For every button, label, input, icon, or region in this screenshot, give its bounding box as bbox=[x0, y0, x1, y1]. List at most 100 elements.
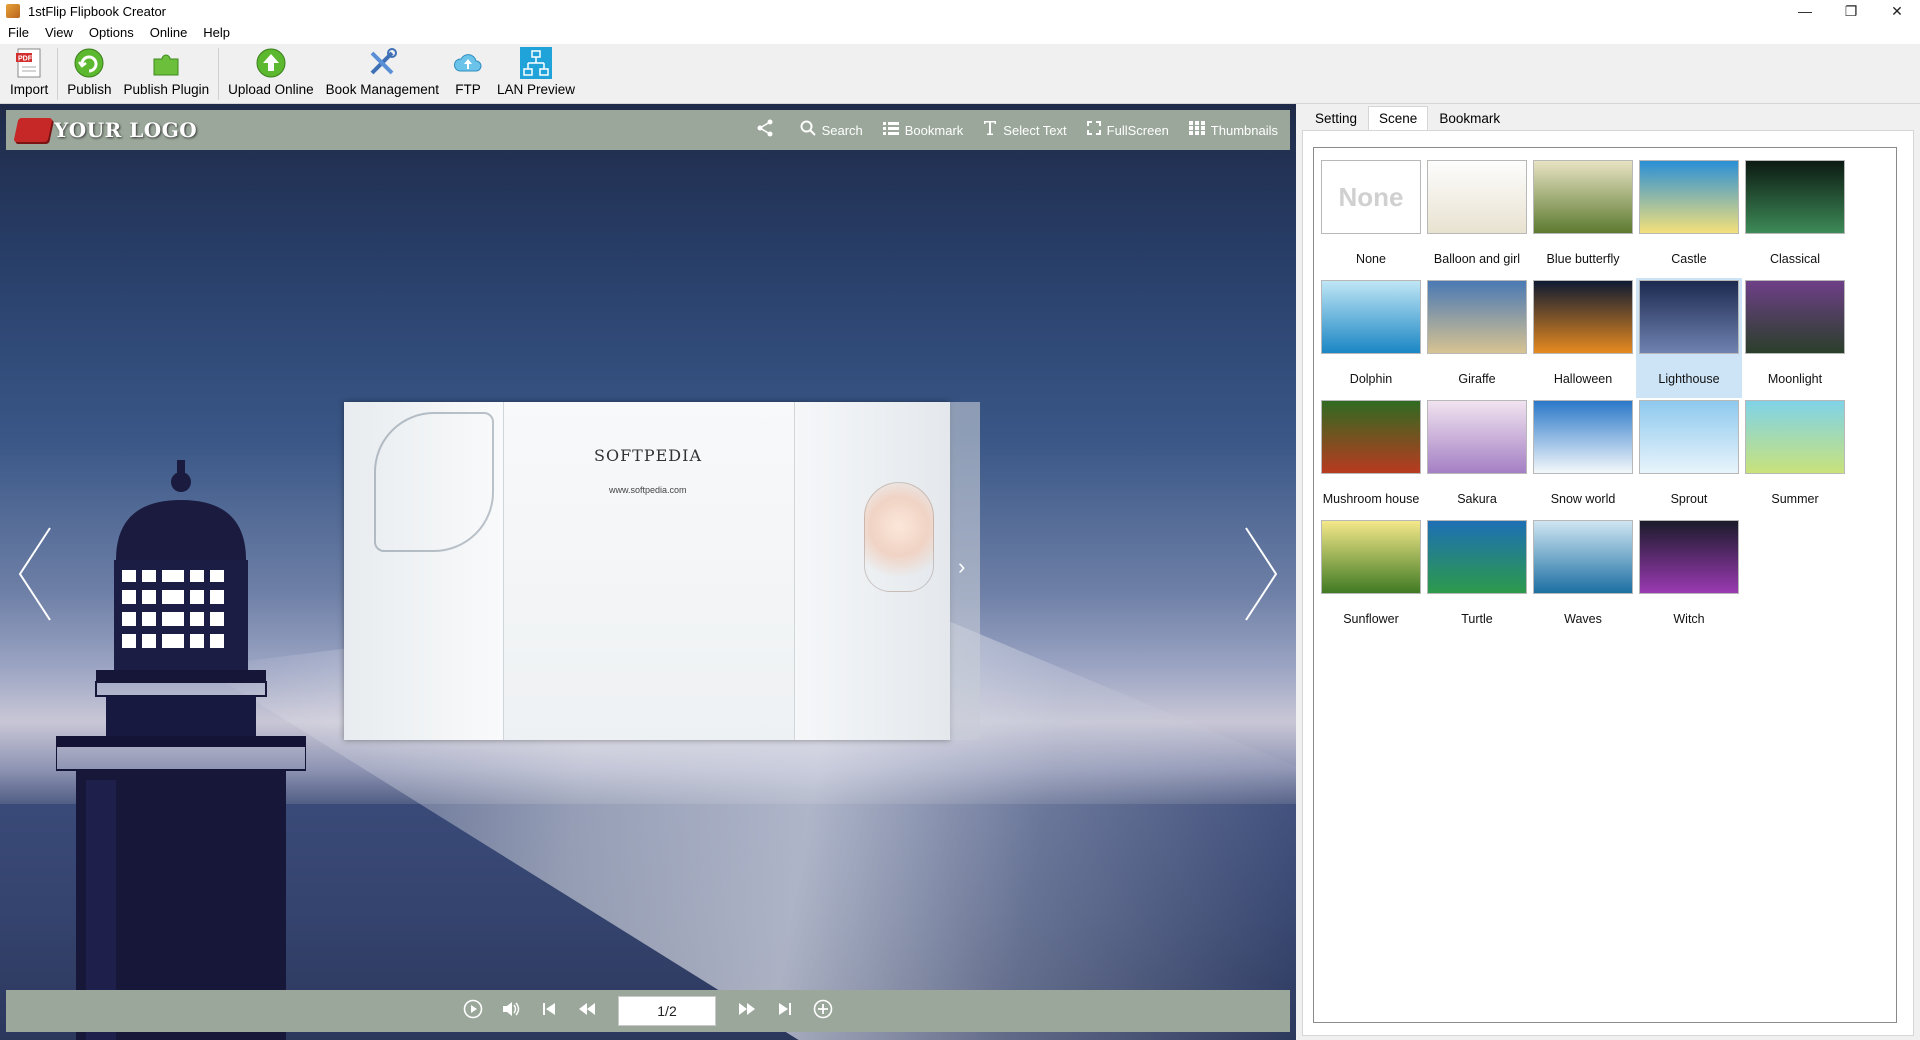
scene-label: Moonlight bbox=[1767, 372, 1823, 386]
scene-preview-image bbox=[1427, 400, 1527, 474]
ftp-button[interactable]: FTP bbox=[445, 44, 491, 104]
scene-label: Castle bbox=[1671, 252, 1707, 266]
prev-page-button[interactable] bbox=[568, 1001, 606, 1022]
scene-thumbnail[interactable]: Witch bbox=[1636, 518, 1742, 638]
last-page-button[interactable] bbox=[766, 1001, 804, 1022]
page-sketch-art bbox=[374, 412, 494, 552]
scene-thumbnail[interactable]: Halloween bbox=[1530, 278, 1636, 398]
page-indicator[interactable]: 1/2 bbox=[618, 996, 716, 1026]
share-button[interactable] bbox=[756, 119, 780, 142]
publish-icon bbox=[72, 46, 106, 80]
minimize-button[interactable]: — bbox=[1782, 0, 1828, 22]
scene-preview-image bbox=[1427, 520, 1527, 594]
page-corner-next-icon[interactable]: › bbox=[958, 554, 965, 580]
scene-thumbnail[interactable]: Turtle bbox=[1424, 518, 1530, 638]
scene-preview-image bbox=[1321, 280, 1421, 354]
search-icon bbox=[800, 120, 816, 141]
upload-online-button[interactable]: Upload Online bbox=[222, 44, 320, 104]
scene-preview-image: None bbox=[1321, 160, 1421, 234]
tab-bookmark[interactable]: Bookmark bbox=[1428, 106, 1511, 130]
scene-label: Dolphin bbox=[1349, 372, 1393, 386]
scene-preview-image bbox=[1533, 400, 1633, 474]
restore-button[interactable]: ❐ bbox=[1828, 0, 1874, 22]
viewer-toolbar: YOUR LOGO Search Bookmark Select Text Fu… bbox=[6, 110, 1290, 150]
fullscreen-label: FullScreen bbox=[1106, 122, 1169, 138]
viewer-controls: 1/2 bbox=[6, 990, 1290, 1032]
thumbnails-button[interactable]: Thumbnails bbox=[1188, 120, 1278, 140]
scene-thumbnail[interactable]: Blue butterfly bbox=[1530, 158, 1636, 278]
select-text-label: Select Text bbox=[1003, 122, 1067, 138]
bookmark-button[interactable]: Bookmark bbox=[882, 121, 963, 140]
menu-view[interactable]: View bbox=[37, 22, 81, 44]
zoom-in-button[interactable] bbox=[804, 999, 842, 1024]
logo: YOUR LOGO bbox=[13, 118, 197, 142]
previous-page-arrow[interactable] bbox=[16, 524, 56, 624]
first-page-icon bbox=[543, 1002, 555, 1015]
scene-thumbnail[interactable]: Sunflower bbox=[1318, 518, 1424, 638]
scene-thumbnail[interactable]: Moonlight bbox=[1742, 278, 1848, 398]
scene-label: Sakura bbox=[1457, 492, 1497, 506]
scene-thumbnail[interactable]: Summer bbox=[1742, 398, 1848, 518]
scene-gallery: None None Balloon and girl Blue butterfly Ca… bbox=[1313, 147, 1897, 1023]
tab-scene[interactable]: Scene bbox=[1368, 106, 1429, 130]
text-icon bbox=[983, 120, 997, 141]
scene-thumbnail[interactable]: Sakura bbox=[1424, 398, 1530, 518]
book-management-button[interactable]: Book Management bbox=[320, 44, 445, 104]
sound-button[interactable] bbox=[492, 999, 530, 1024]
lan-preview-label: LAN Preview bbox=[497, 82, 576, 97]
scene-thumbnail[interactable]: Giraffe bbox=[1424, 278, 1530, 398]
scene-thumbnail[interactable]: Sprout bbox=[1636, 398, 1742, 518]
search-label: Search bbox=[821, 122, 863, 138]
scene-preview-image bbox=[1533, 280, 1633, 354]
scene-thumbnail[interactable]: Mushroom house bbox=[1318, 398, 1424, 518]
tab-setting[interactable]: Setting bbox=[1304, 106, 1368, 130]
next-page-button[interactable] bbox=[728, 1001, 766, 1022]
scene-thumbnail[interactable]: None None bbox=[1318, 158, 1424, 278]
scene-thumbnail[interactable]: Dolphin bbox=[1318, 278, 1424, 398]
book-url-text: www.softpedia.com bbox=[609, 485, 687, 495]
menu-online[interactable]: Online bbox=[142, 22, 196, 44]
scene-thumbnail[interactable]: Snow world bbox=[1530, 398, 1636, 518]
book-logo-icon bbox=[13, 118, 53, 142]
lan-preview-button[interactable]: LAN Preview bbox=[491, 44, 581, 104]
lighthouse-illustration bbox=[56, 460, 306, 1040]
scene-preview-image bbox=[1533, 520, 1633, 594]
scene-thumbnail[interactable]: Balloon and girl bbox=[1424, 158, 1530, 278]
scene-thumbnail-grid: None None Balloon and girl Blue butterfly Ca… bbox=[1318, 158, 1848, 638]
menu-file[interactable]: File bbox=[0, 22, 37, 44]
scene-preview-image bbox=[1639, 400, 1739, 474]
publish-plugin-label: Publish Plugin bbox=[123, 82, 210, 97]
app-icon bbox=[6, 4, 20, 18]
search-button[interactable]: Search bbox=[800, 120, 863, 141]
scene-label: Giraffe bbox=[1458, 372, 1496, 386]
publish-button[interactable]: Publish bbox=[61, 44, 117, 104]
next-page-arrow[interactable] bbox=[1240, 524, 1280, 624]
scene-label: Mushroom house bbox=[1322, 492, 1420, 506]
book-management-label: Book Management bbox=[325, 82, 439, 97]
scene-thumbnail[interactable]: Lighthouse bbox=[1636, 278, 1742, 398]
menu-help[interactable]: Help bbox=[195, 22, 238, 44]
scene-thumbnail[interactable]: Waves bbox=[1530, 518, 1636, 638]
publish-plugin-button[interactable]: Publish Plugin bbox=[118, 44, 216, 104]
tools-icon bbox=[365, 46, 399, 80]
scene-thumbnail[interactable]: Castle bbox=[1636, 158, 1742, 278]
fullscreen-button[interactable]: FullScreen bbox=[1086, 120, 1169, 140]
scene-thumbnail[interactable]: Classical bbox=[1742, 158, 1848, 278]
cloud-upload-icon bbox=[451, 46, 485, 80]
upload-online-label: Upload Online bbox=[228, 82, 314, 97]
play-button[interactable] bbox=[454, 999, 492, 1024]
share-icon bbox=[756, 119, 774, 142]
first-page-button[interactable] bbox=[530, 1001, 568, 1022]
import-label: Import bbox=[10, 82, 49, 97]
svg-text:PDF: PDF bbox=[18, 56, 33, 63]
select-text-button[interactable]: Select Text bbox=[983, 120, 1067, 141]
grid-icon bbox=[1188, 120, 1205, 140]
flipbook-page[interactable]: SOFTPEDIA www.softpedia.com bbox=[344, 402, 950, 740]
scene-label: Balloon and girl bbox=[1433, 252, 1521, 266]
scene-preview-image bbox=[1321, 400, 1421, 474]
title-bar: 1stFlip Flipbook Creator — ❐ ✕ bbox=[0, 0, 1920, 22]
menu-options[interactable]: Options bbox=[81, 22, 142, 44]
close-button[interactable]: ✕ bbox=[1874, 0, 1920, 22]
import-button[interactable]: PDF Import bbox=[4, 44, 54, 104]
scene-label: Turtle bbox=[1461, 612, 1493, 626]
